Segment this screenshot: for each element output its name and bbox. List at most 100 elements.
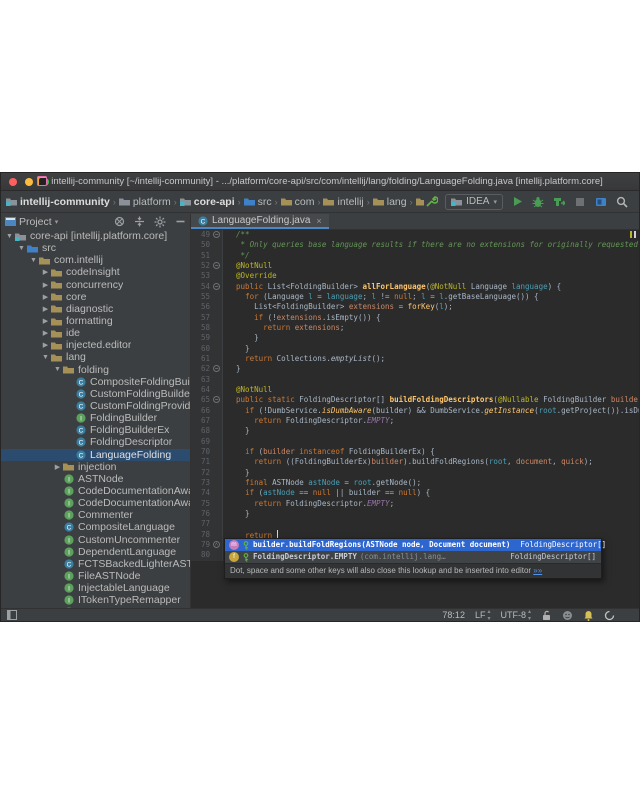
expand-arrow-icon[interactable]: ▶ — [41, 281, 50, 289]
line-number[interactable]: 53 — [191, 271, 223, 281]
fold-toggle-icon[interactable]: − — [213, 365, 220, 372]
tree-item-formatting[interactable]: ▶formatting — [1, 315, 190, 327]
project-panel-header[interactable]: Project ▾ — [1, 214, 190, 229]
line-number[interactable]: 55 — [191, 292, 223, 302]
code-line-49[interactable]: 49− /** — [191, 230, 639, 240]
line-number[interactable]: 76 — [191, 509, 223, 519]
line-number[interactable]: 54− — [191, 282, 223, 292]
breadcrumb-item-src[interactable]: src — [244, 196, 272, 208]
code-line-63[interactable]: 63 — [191, 375, 639, 385]
tree-item-customuncommenter[interactable]: ICustomUncommenter — [1, 534, 190, 546]
fold-toggle-icon[interactable]: − — [213, 396, 220, 403]
line-number[interactable]: 51 — [191, 251, 223, 261]
hint-more-link[interactable]: »» — [533, 566, 542, 575]
encoding-select[interactable]: UTF-8▴▾ — [500, 608, 531, 622]
line-number[interactable]: 58 — [191, 323, 223, 333]
caret-position[interactable]: 78:12 — [442, 610, 465, 620]
code-line-76[interactable]: 76 } — [191, 509, 639, 519]
code-line-72[interactable]: 72 } — [191, 468, 639, 478]
code-line-73[interactable]: 73 final ASTNode astNode = root.getNode(… — [191, 478, 639, 488]
code-line-70[interactable]: 70 if (builder instanceof FoldingBuilder… — [191, 447, 639, 457]
locate-target-icon[interactable] — [114, 216, 125, 227]
line-number[interactable]: 68 — [191, 426, 223, 436]
line-number[interactable]: 60 — [191, 344, 223, 354]
tree-item-foldingdescriptor[interactable]: CFoldingDescriptor — [1, 436, 190, 448]
line-number[interactable]: 78 — [191, 530, 223, 540]
expand-arrow-icon[interactable]: ▶ — [41, 268, 50, 276]
line-number[interactable]: 67 — [191, 416, 223, 426]
expand-arrow-icon[interactable]: ▶ — [41, 341, 50, 349]
coverage-icon[interactable] — [552, 195, 566, 209]
breadcrumb-item-folding[interactable]: folding — [416, 196, 425, 208]
tree-item-src[interactable]: ▼src — [1, 242, 190, 254]
close-tab-icon[interactable]: × — [316, 216, 321, 226]
tree-item-core-api-intellij-platform-core-[interactable]: ▼core-api [intellij.platform.core] — [1, 230, 190, 242]
breadcrumb-item-core-api[interactable]: core-api — [180, 196, 235, 208]
breadcrumb-item-platform[interactable]: platform — [119, 196, 171, 208]
line-number[interactable]: 57 — [191, 313, 223, 323]
line-number[interactable]: 69 — [191, 437, 223, 447]
tree-item-dependentlanguage[interactable]: IDependentLanguage — [1, 546, 190, 558]
expand-arrow-icon[interactable]: ▼ — [17, 245, 26, 252]
line-number[interactable]: 70 — [191, 447, 223, 457]
tree-item-core[interactable]: ▶core — [1, 291, 190, 303]
line-number[interactable]: 56 — [191, 302, 223, 312]
code-line-50[interactable]: 50 * Only queries base language results … — [191, 240, 639, 250]
stop-icon[interactable] — [573, 195, 587, 209]
tree-item-injection[interactable]: ▶injection — [1, 461, 190, 473]
structure-icon[interactable] — [594, 195, 608, 209]
code-line-56[interactable]: 56 List<FoldingBuilder> extensions = for… — [191, 302, 639, 312]
line-separator-select[interactable]: LF▴▾ — [475, 608, 491, 622]
tree-item-injectablelanguage[interactable]: IInjectableLanguage — [1, 582, 190, 594]
toolwindow-toggle-icon[interactable] — [7, 610, 17, 620]
code-line-60[interactable]: 60 } — [191, 344, 639, 354]
expand-arrow-icon[interactable]: ▼ — [5, 233, 14, 240]
tree-item-folding[interactable]: ▼folding — [1, 364, 190, 376]
title-bar[interactable]: intellij-community [~/intellij-community… — [1, 173, 639, 191]
fold-toggle-icon[interactable]: − — [213, 231, 220, 238]
tree-item-compositelanguage[interactable]: CCompositeLanguage — [1, 521, 190, 533]
code-editor[interactable]: 49− /**50 * Only queries base language r… — [191, 230, 639, 608]
code-line-59[interactable]: 59 } — [191, 333, 639, 343]
tree-item-foldingbuilderex[interactable]: CFoldingBuilderEx — [1, 424, 190, 436]
code-line-67[interactable]: 67 return FoldingDescriptor.EMPTY; — [191, 416, 639, 426]
unlock-icon[interactable] — [541, 610, 552, 621]
line-number[interactable]: 49− — [191, 230, 223, 240]
code-line-57[interactable]: 57 if (!extensions.isEmpty()) { — [191, 313, 639, 323]
tree-item-astnode[interactable]: IASTNode — [1, 473, 190, 485]
fold-toggle-icon[interactable]: − — [213, 262, 220, 269]
code-line-54[interactable]: 54− public List<FoldingBuilder> allForLa… — [191, 282, 639, 292]
tree-item-codedocumentationawareco[interactable]: ICodeDocumentationAwareCo — [1, 497, 190, 509]
tab-languagefolding-java[interactable]: C LanguageFolding.java × — [191, 214, 329, 229]
line-number[interactable]: 77 — [191, 519, 223, 529]
expand-arrow-icon[interactable]: ▼ — [41, 354, 50, 361]
expand-arrow-icon[interactable]: ▼ — [29, 257, 38, 264]
line-number[interactable]: 59 — [191, 333, 223, 343]
tree-item-codedocumentationawareco[interactable]: ICodeDocumentationAwareCo — [1, 485, 190, 497]
chevron-down-icon[interactable]: ▾ — [55, 218, 59, 226]
code-line-65[interactable]: 65− public static FoldingDescriptor[] bu… — [191, 395, 639, 405]
code-line-62[interactable]: 62− } — [191, 364, 639, 374]
completion-item[interactable]: fFoldingDescriptor.EMPTY (com.intellij.l… — [225, 551, 601, 563]
breadcrumb-item-intellij[interactable]: intellij — [323, 196, 363, 208]
expand-arrow-icon[interactable]: ▶ — [41, 305, 50, 313]
code-line-66[interactable]: 66 if (!DumbService.isDumbAware(builder)… — [191, 406, 639, 416]
line-number[interactable]: 72 — [191, 468, 223, 478]
expand-arrow-icon[interactable]: ▶ — [53, 463, 62, 471]
hide-panel-icon[interactable] — [175, 216, 186, 227]
line-number[interactable]: 61 — [191, 354, 223, 364]
line-number[interactable]: 66 — [191, 406, 223, 416]
tree-item-codeinsight[interactable]: ▶codeInsight — [1, 266, 190, 278]
code-line-58[interactable]: 58 return extensions; — [191, 323, 639, 333]
notification-icon[interactable] — [583, 610, 594, 621]
line-number[interactable]: 50 — [191, 240, 223, 250]
tree-item-customfoldingprovider[interactable]: CCustomFoldingProvider — [1, 400, 190, 412]
tree-item-itokentyperemapper[interactable]: IITokenTypeRemapper — [1, 594, 190, 606]
wrench-icon[interactable] — [424, 195, 438, 209]
code-line-61[interactable]: 61 return Collections.emptyList(); — [191, 354, 639, 364]
line-number[interactable]: 71 — [191, 457, 223, 467]
code-line-69[interactable]: 69 — [191, 437, 639, 447]
code-line-55[interactable]: 55 for (Language l = language; l != null… — [191, 292, 639, 302]
code-line-64[interactable]: 64 @NotNull — [191, 385, 639, 395]
tree-item-injected-editor[interactable]: ▶injected.editor — [1, 339, 190, 351]
